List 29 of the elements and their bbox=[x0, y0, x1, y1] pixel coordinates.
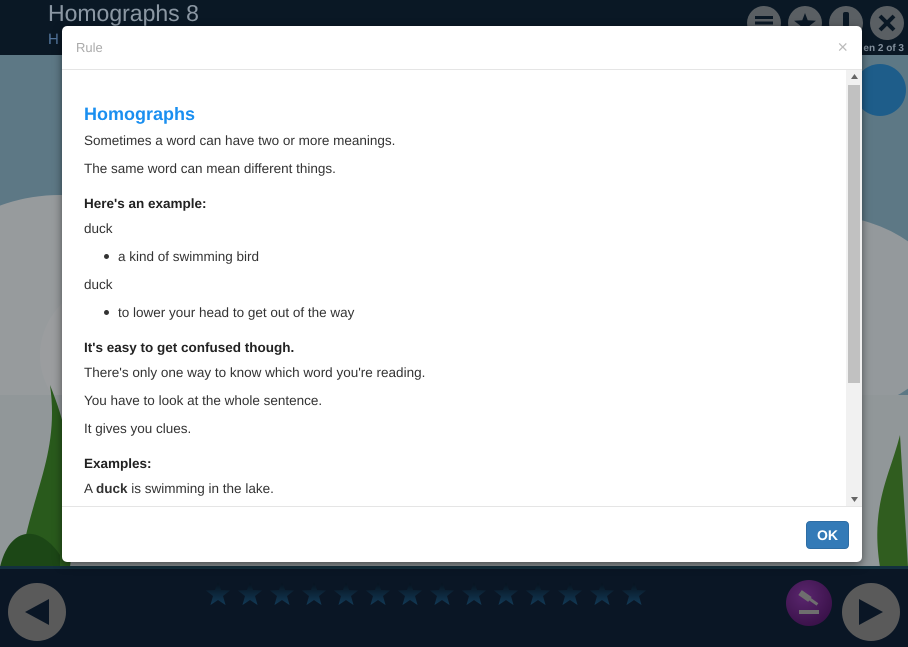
lesson-subtitle: H bbox=[48, 32, 59, 48]
paragraph: Sometimes a word can have two or more meanings. bbox=[84, 133, 396, 148]
paragraph: It gives you clues. bbox=[84, 421, 192, 436]
bullet-icon bbox=[104, 254, 109, 259]
list-item: to lower your head to get out of the way bbox=[118, 305, 354, 320]
back-arrow-icon bbox=[25, 599, 49, 625]
rule-heading: Homographs bbox=[84, 104, 196, 125]
paragraph: duck bbox=[84, 277, 114, 292]
close-icon[interactable] bbox=[870, 6, 904, 40]
next-arrow-icon bbox=[859, 599, 883, 625]
dialog-title: Rule bbox=[76, 40, 103, 55]
section-heading: Here's an example: bbox=[84, 196, 208, 211]
screen-counter: en 2 of 3 bbox=[863, 43, 904, 54]
section-heading: It's easy to get confused though. bbox=[84, 340, 296, 355]
paragraph: You have to look at the whole sentence. bbox=[84, 393, 324, 408]
scrollbar[interactable] bbox=[846, 70, 862, 506]
scroll-up-icon[interactable] bbox=[850, 74, 858, 79]
ok-button[interactable]: OK bbox=[806, 520, 849, 548]
paragraph: The same word can mean different things. bbox=[84, 161, 337, 176]
section-heading: Examples: bbox=[84, 456, 153, 471]
paragraph: A duck is swimming in the lake. bbox=[84, 481, 275, 496]
lesson-title: Homographs 8 bbox=[48, 1, 199, 25]
list-item: a kind of swimming bird bbox=[118, 249, 260, 264]
paragraph: There's only one way to know which word you're reading. bbox=[84, 365, 426, 380]
scroll-thumb[interactable] bbox=[848, 85, 860, 383]
gavel-button[interactable] bbox=[786, 580, 832, 626]
bullet-icon bbox=[104, 310, 109, 315]
scroll-down-icon[interactable] bbox=[850, 497, 858, 502]
paragraph: duck bbox=[84, 221, 114, 236]
